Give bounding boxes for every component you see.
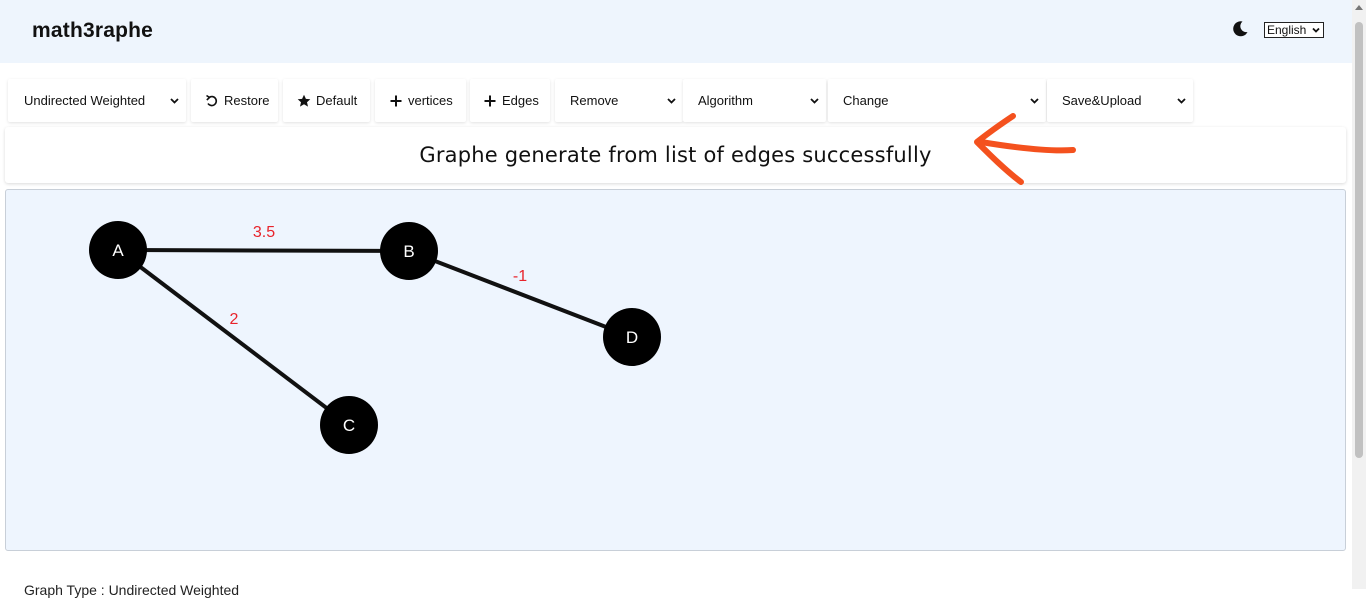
- vertex-label: B: [403, 242, 414, 261]
- add-vertices-label: vertices: [408, 93, 453, 108]
- app-header: math3raphe English: [0, 0, 1352, 63]
- edge-weight-label: -1: [513, 268, 527, 285]
- vertex-label: D: [626, 328, 638, 347]
- remove-label: Remove: [570, 93, 619, 108]
- star-icon: [297, 94, 311, 107]
- chevron-down-icon: [667, 98, 676, 104]
- restore-button[interactable]: Restore: [191, 79, 278, 122]
- remove-select[interactable]: Remove: [555, 79, 683, 122]
- vertex-label: A: [112, 241, 124, 260]
- add-edges-label: Edges: [502, 93, 539, 108]
- plus-icon: [390, 95, 402, 106]
- default-button[interactable]: Default: [283, 79, 370, 122]
- plus-icon: [484, 95, 496, 106]
- algorithm-label: Algorithm: [698, 93, 753, 108]
- graph-edge-AC[interactable]: [116, 248, 351, 427]
- app-title[interactable]: math3raphe: [32, 19, 153, 43]
- add-vertices-button[interactable]: vertices: [375, 79, 466, 122]
- language-value: English: [1267, 23, 1307, 37]
- graph-canvas[interactable]: 3.5 2 -1 A B C D: [5, 189, 1346, 551]
- chevron-down-icon: [1312, 27, 1320, 33]
- graph-svg[interactable]: 3.5 2 -1 A B C D: [6, 190, 1347, 552]
- chevron-down-icon: [1177, 98, 1186, 104]
- status-message: Graphe generate from list of edges succe…: [5, 127, 1346, 183]
- default-label: Default: [316, 93, 358, 108]
- graph-type-label: Undirected Weighted: [24, 93, 146, 108]
- graph-type-select[interactable]: Undirected Weighted: [8, 79, 186, 122]
- language-select[interactable]: English: [1264, 22, 1324, 38]
- scrollbar[interactable]: [1352, 0, 1366, 589]
- algorithm-select[interactable]: Algorithm: [683, 79, 826, 122]
- graph-edge-AB[interactable]: [117, 248, 410, 253]
- change-label: Change: [843, 93, 889, 108]
- undo-icon: [206, 94, 218, 106]
- add-edges-button[interactable]: Edges: [470, 79, 550, 122]
- scrollbar-thumb[interactable]: [1355, 22, 1363, 458]
- edge-weight-label: 2: [230, 311, 239, 328]
- edge-weight-label: 3.5: [253, 224, 275, 241]
- vertex-label: C: [343, 416, 355, 435]
- restore-label: Restore: [224, 93, 270, 108]
- graph-edge-BD[interactable]: [408, 249, 633, 339]
- graph-type-info: Graph Type : Undirected Weighted: [24, 582, 240, 598]
- scroll-up-icon[interactable]: [1355, 4, 1363, 10]
- chevron-down-icon: [1030, 98, 1039, 104]
- moon-icon[interactable]: [1231, 20, 1249, 38]
- annotation-arrow-icon: [974, 113, 1076, 185]
- save-upload-label: Save&Upload: [1062, 93, 1142, 108]
- chevron-down-icon: [810, 98, 819, 104]
- chevron-down-icon: [170, 98, 179, 104]
